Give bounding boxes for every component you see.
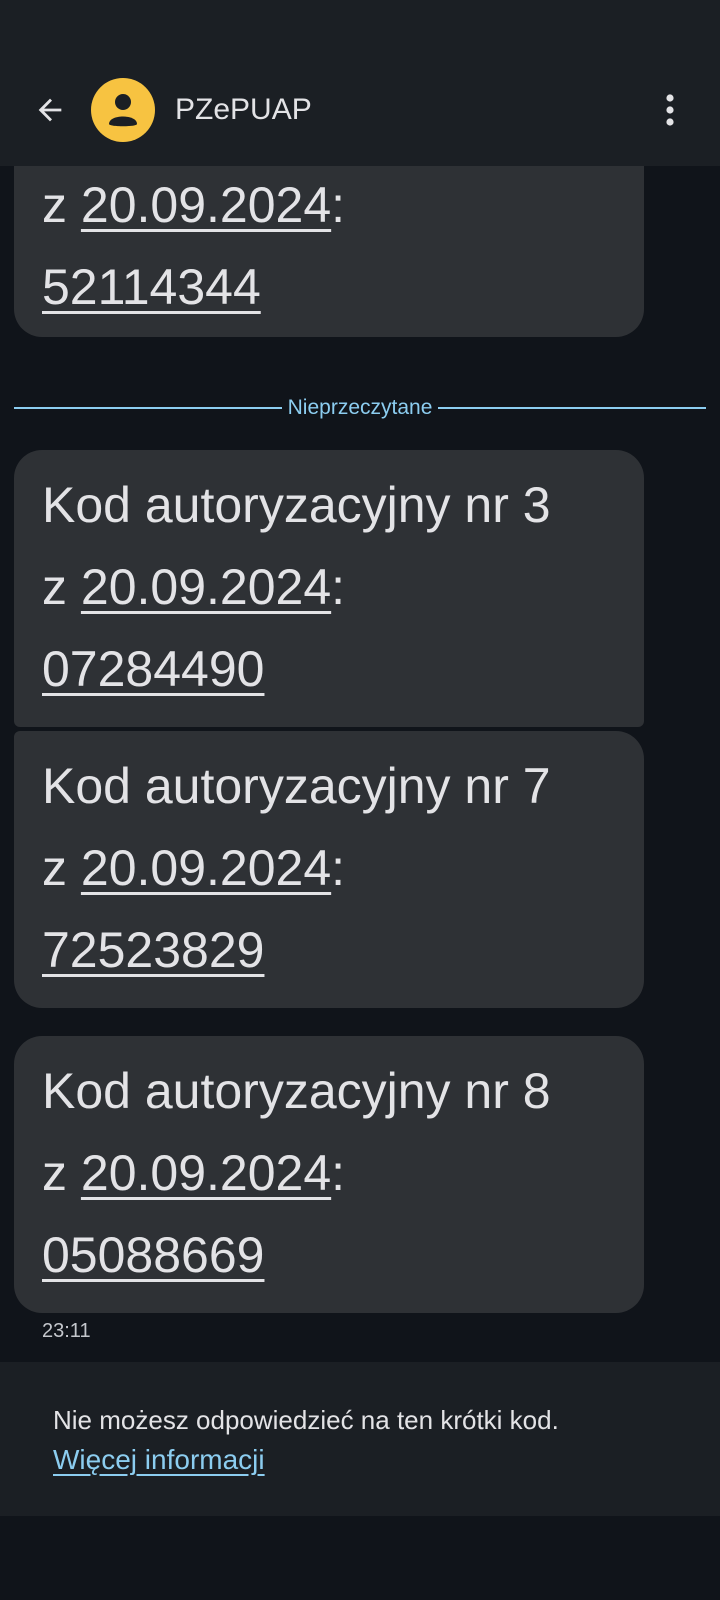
app-bar: PZePUAP [0,56,720,166]
message-text: z [42,1145,81,1201]
message-line-date: z 20.09.2024: [42,827,622,909]
message-line-code: 72523829 [42,909,622,991]
message-code-link[interactable]: 72523829 [42,922,264,978]
message-bubble[interactable]: Kod autoryzacyjny nr 7 z 20.09.2024: 725… [14,731,644,1008]
divider-line [14,407,282,409]
message-line-date: z 20.09.2024: [42,1132,622,1214]
message-line-date: z 20.09.2024: [42,164,622,246]
message-date-link[interactable]: 20.09.2024 [81,840,331,896]
back-button[interactable] [26,86,74,134]
message-text: : [331,177,346,233]
more-vert-icon [666,94,674,126]
message-text: z [42,559,81,615]
message-text: z [42,177,81,233]
message-bubble[interactable]: Kod autoryzacyjny nr 3 z 20.09.2024: 072… [14,450,644,727]
message-code-link[interactable]: 05088669 [42,1227,264,1283]
message-timestamp: 23:11 [42,1320,91,1342]
arrow-back-icon [38,98,62,122]
message-line-date: z 20.09.2024: [42,546,622,628]
contact-name: PZePUAP [175,93,312,126]
more-info-link[interactable]: Więcej informacji [53,1440,265,1480]
message-text: : [331,559,346,615]
message-line-code: 05088669 [42,1214,622,1296]
status-bar [0,0,720,56]
message-line-title: Kod autoryzacyjny nr 7 [42,758,551,814]
message-line-title: Kod autoryzacyjny nr 8 [42,1063,551,1119]
reply-disabled-panel: Nie możesz odpowiedzieć na ten krótki ko… [0,1362,720,1516]
message-bubble[interactable]: z 20.09.2024: 52114344 [14,140,644,337]
message-text: : [331,1145,346,1201]
message-bubble[interactable]: Kod autoryzacyjny nr 8 z 20.09.2024: 050… [14,1036,644,1313]
message-date-link[interactable]: 20.09.2024 [81,1145,331,1201]
message-text: : [331,840,346,896]
message-line-title: Kod autoryzacyjny nr 3 [42,477,551,533]
message-date-link[interactable]: 20.09.2024 [81,177,331,233]
message-text: z [42,840,81,896]
divider-line [438,407,707,409]
unread-label: Nieprzeczytane [287,396,433,419]
message-line-code: 52114344 [42,246,622,328]
message-code-link[interactable]: 52114344 [42,259,261,315]
message-line-code: 07284490 [42,628,622,710]
message-code-link[interactable]: 07284490 [42,641,264,697]
more-options-button[interactable] [648,86,692,134]
reply-disabled-text: Nie możesz odpowiedzieć na ten krótki ko… [53,1405,559,1435]
message-date-link[interactable]: 20.09.2024 [81,559,331,615]
unread-divider: Nieprzeczytane [14,396,707,420]
contact-avatar[interactable] [91,78,155,142]
person-icon [109,94,137,127]
